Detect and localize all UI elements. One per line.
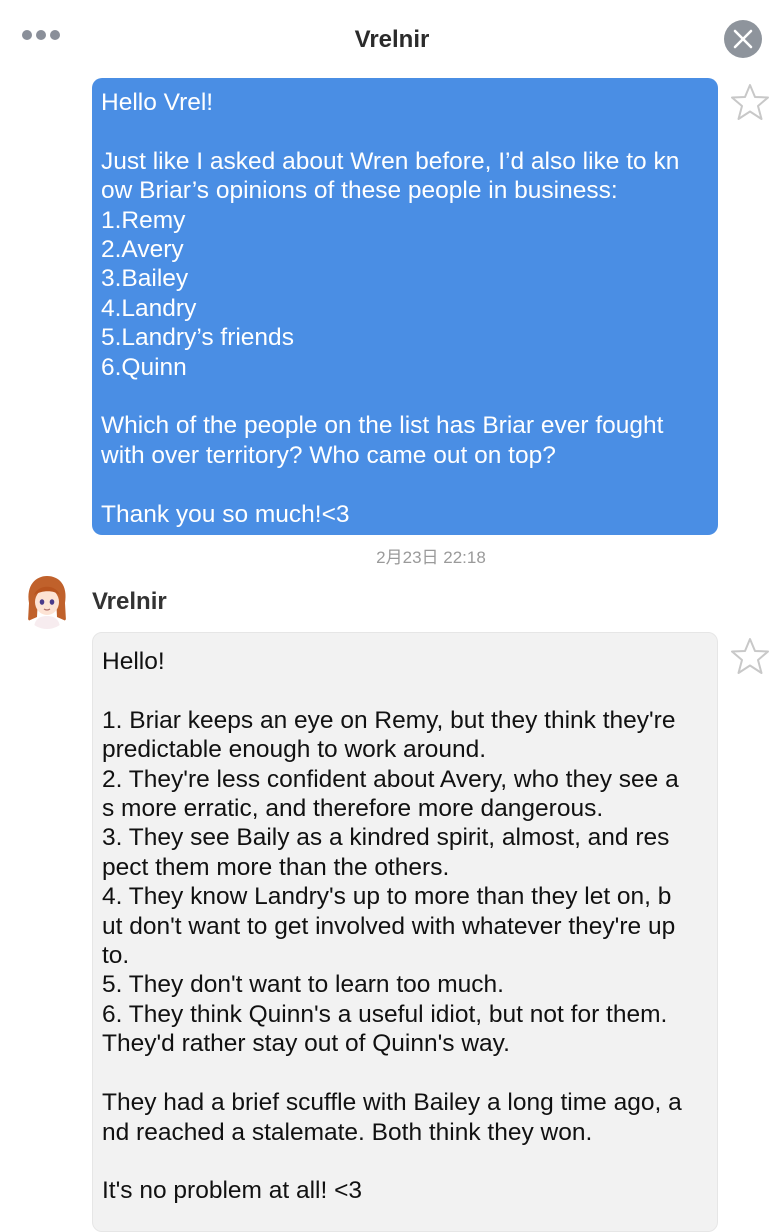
conversation-title: Vrelnir (354, 26, 430, 53)
close-icon (733, 29, 753, 49)
close-button[interactable] (724, 20, 762, 58)
message-timestamp: 2月23日 22:18 (376, 548, 486, 567)
star-outline-icon[interactable] (730, 82, 770, 122)
incoming-message-bubble: Hello! 1. Briar keeps an eye on Remy, bu… (92, 632, 718, 1232)
star-outline-icon[interactable] (730, 636, 770, 676)
header-bar: Vrelnir (0, 0, 784, 80)
outgoing-message-bubble: Hello Vrel! Just like I asked about Wren… (92, 78, 718, 535)
sender-name: Vrelnir (92, 588, 167, 615)
avatar[interactable] (22, 573, 72, 629)
